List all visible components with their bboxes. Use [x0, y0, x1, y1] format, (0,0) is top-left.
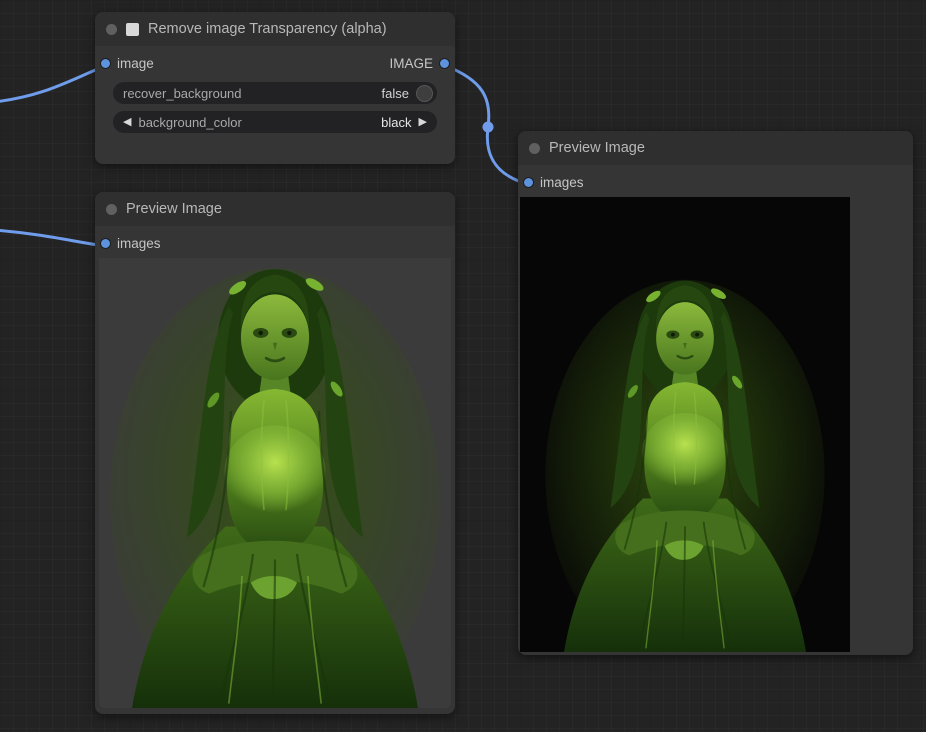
slot-row: image IMAGE — [95, 51, 455, 75]
link-midpoint-dot[interactable] — [483, 122, 494, 133]
node-titlebar[interactable]: Preview Image — [518, 131, 913, 165]
link-to-image-input — [0, 66, 105, 102]
preview-artwork-right — [520, 197, 850, 652]
node-title: Preview Image — [549, 140, 645, 156]
collapse-dot-icon[interactable] — [106, 24, 117, 35]
node-graph-canvas[interactable]: Remove image Transparency (alpha) image … — [0, 0, 926, 732]
node-title: Preview Image — [126, 201, 222, 217]
collapse-dot-icon[interactable] — [106, 204, 117, 215]
node-titlebar[interactable]: Preview Image — [95, 192, 455, 226]
preview-artwork-left — [99, 258, 451, 708]
widget-background-color-value: black — [381, 115, 411, 130]
input-slot-images-dot[interactable] — [524, 178, 533, 187]
output-slot-image-dot[interactable] — [440, 59, 449, 68]
input-slot-images-label: images — [540, 175, 584, 190]
input-slot-image-label: image — [117, 56, 154, 71]
toggle-knob-icon[interactable] — [416, 85, 433, 102]
widget-background-color-label: background_color — [138, 115, 241, 130]
input-slot-image-dot[interactable] — [101, 59, 110, 68]
output-slot-image-label: IMAGE — [389, 56, 433, 71]
input-slot-images-label: images — [117, 236, 161, 251]
combo-prev-arrow-icon[interactable]: ◀ — [123, 117, 131, 128]
slot-row: images — [518, 170, 913, 194]
link-to-images-input — [0, 230, 105, 246]
node-preview-image-right[interactable]: Preview Image images — [518, 131, 913, 655]
slot-row: images — [95, 231, 455, 255]
node-badge-icon — [126, 23, 139, 36]
combo-next-arrow-icon[interactable]: ▶ — [419, 117, 427, 128]
widget-recover-background-label: recover_background — [123, 86, 242, 101]
node-preview-image-left[interactable]: Preview Image images — [95, 192, 455, 714]
collapse-dot-icon[interactable] — [529, 143, 540, 154]
node-titlebar[interactable]: Remove image Transparency (alpha) — [95, 12, 455, 46]
input-slot-images-dot[interactable] — [101, 239, 110, 248]
node-remove-image-transparency[interactable]: Remove image Transparency (alpha) image … — [95, 12, 455, 164]
node-title: Remove image Transparency (alpha) — [148, 21, 387, 37]
widget-recover-background-value: false — [382, 86, 409, 101]
widget-recover-background[interactable]: recover_background false — [113, 82, 437, 104]
widget-background-color[interactable]: ◀ background_color black ▶ — [113, 111, 437, 133]
